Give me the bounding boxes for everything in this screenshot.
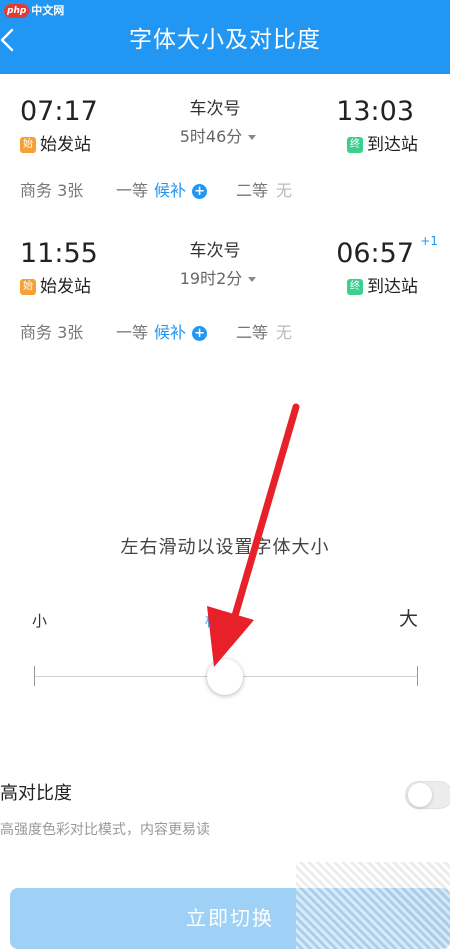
first-class-label: 一等	[116, 323, 149, 342]
second-class-status: 无	[276, 181, 293, 200]
departure-station-label: 始发站	[40, 277, 91, 297]
arrival-station: 终 到达站	[347, 276, 418, 298]
watermark-overlay	[296, 862, 450, 949]
end-station-icon: 终	[347, 137, 363, 153]
start-station-icon: 始	[20, 279, 36, 295]
waitlist-link[interactable]: 候补	[154, 180, 186, 202]
plus-circle-icon[interactable]: +	[192, 325, 208, 341]
business-seat: 商务 3张	[20, 323, 84, 342]
font-size-standard-label: 标准	[205, 612, 236, 630]
arrival-time: 06:57	[336, 238, 414, 269]
second-class-seat: 二等 无	[236, 322, 292, 344]
slider-hint: 左右滑动以设置字体大小	[120, 537, 330, 558]
train-row[interactable]: 07:17 车次号 5时46分 13:03 始 始发站 终 到达站 商务 3张 …	[0, 96, 450, 231]
slider-tick-max	[417, 666, 418, 686]
page-title: 字体大小及对比度	[129, 27, 321, 53]
seat-availability: 商务 3张 一等 候补 + 二等 无	[20, 322, 292, 344]
slider-tick-min	[34, 666, 35, 686]
first-class-seat: 一等 候补 +	[116, 322, 236, 344]
caret-down-icon	[248, 135, 257, 140]
duration-text: 19时2分	[179, 269, 243, 288]
app-header: php 中文网 字体大小及对比度	[0, 0, 450, 74]
business-seat: 商务 3张	[20, 181, 84, 200]
duration-text: 5时46分	[179, 127, 243, 146]
arrival-station: 终 到达站	[347, 134, 418, 156]
caret-down-icon	[248, 277, 257, 282]
arrival-station-label: 到达站	[367, 135, 418, 155]
plus-circle-icon[interactable]: +	[192, 183, 208, 199]
contrast-title: 高对比度	[0, 783, 72, 804]
departure-station: 始 始发站	[20, 276, 91, 298]
next-day-badge: +1	[420, 234, 438, 248]
departure-station: 始 始发站	[20, 134, 91, 156]
train-row[interactable]: 11:55 车次号 19时2分 06:57 +1 始 始发站 终 到达站 商务 …	[0, 234, 450, 373]
first-class-seat: 一等 候补 +	[116, 180, 236, 202]
watermark-logo: php 中文网	[4, 3, 64, 19]
departure-station-label: 始发站	[40, 135, 91, 155]
end-station-icon: 终	[347, 279, 363, 295]
logo-text: 中文网	[31, 4, 65, 17]
arrival-time: 13:03	[336, 96, 414, 127]
contrast-description: 高强度色彩对比模式，内容更易读	[0, 822, 210, 838]
arrival-station-label: 到达站	[367, 277, 418, 297]
seat-availability: 商务 3张 一等 候补 + 二等 无	[20, 180, 292, 202]
high-contrast-toggle[interactable]	[405, 781, 450, 809]
font-size-slider-handle[interactable]	[207, 659, 243, 695]
font-size-large-label: 大	[398, 608, 418, 630]
second-class-label: 二等	[236, 181, 269, 200]
second-class-seat: 二等 无	[236, 180, 292, 202]
waitlist-link[interactable]: 候补	[154, 322, 186, 344]
logo-badge: php	[4, 4, 30, 18]
second-class-status: 无	[276, 323, 293, 342]
start-station-icon: 始	[20, 137, 36, 153]
first-class-label: 一等	[116, 181, 149, 200]
font-size-small-label: 小	[32, 612, 48, 630]
second-class-label: 二等	[236, 323, 269, 342]
toggle-knob	[408, 783, 432, 807]
